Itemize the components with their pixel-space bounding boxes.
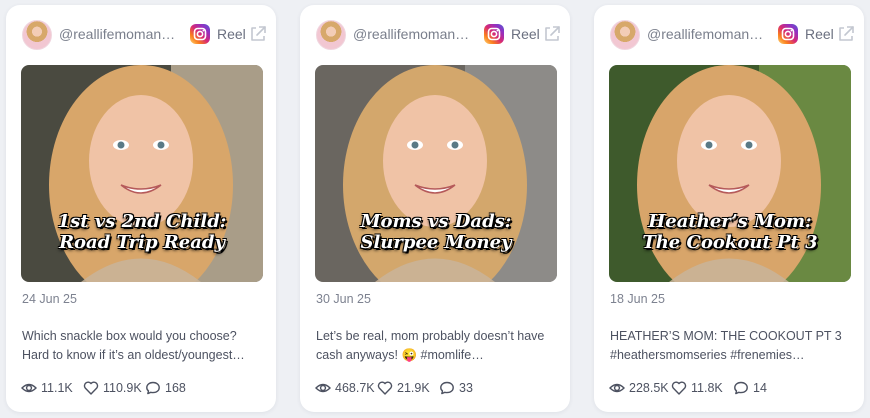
account-handle[interactable]: @reallifemomanddad <box>647 26 769 42</box>
post-caption: Which snackle box would you choose? Hard… <box>22 327 264 365</box>
overlay-title: 1st vs 2nd Child: Road Trip Ready <box>21 211 263 253</box>
instagram-icon <box>190 24 210 44</box>
caption-line-1: Which snackle box would you choose? <box>22 329 237 343</box>
external-link-icon[interactable] <box>248 24 268 44</box>
post-date: 18 Jun 25 <box>610 292 665 306</box>
post-caption: Let’s be real, mom probably doesn’t have… <box>316 327 558 365</box>
comment-icon <box>146 381 160 395</box>
external-link-icon[interactable] <box>542 24 562 44</box>
overlay-title: Moms vs Dads: Slurpee Money <box>315 211 557 253</box>
platform-label: Reel <box>805 26 834 42</box>
instagram-icon <box>484 24 504 44</box>
views-count: 468.7K <box>335 381 375 395</box>
heart-icon <box>83 381 99 395</box>
avatar[interactable] <box>316 20 346 50</box>
instagram-icon <box>778 24 798 44</box>
post-date: 30 Jun 25 <box>316 292 371 306</box>
caption-line-2: Hard to know if it’s an oldest/youngest… <box>22 348 245 362</box>
avatar[interactable] <box>610 20 640 50</box>
reel-card-grid: @reallifemomanddad Reel 1st vs 2nd Child… <box>0 0 870 418</box>
external-link-icon[interactable] <box>836 24 856 44</box>
reel-card[interactable]: @reallifemomanddad Reel <box>300 5 570 412</box>
engagement-stats: 11.1K 110.9K 168 <box>21 378 266 398</box>
reel-card[interactable]: @reallifemomanddad Reel <box>6 5 276 412</box>
caption-line-1: HEATHER’S MOM: THE COOKOUT PT 3 <box>610 329 842 343</box>
post-caption: HEATHER’S MOM: THE COOKOUT PT 3 #heather… <box>610 327 852 365</box>
avatar[interactable] <box>22 20 52 50</box>
likes-count: 21.9K <box>397 381 430 395</box>
caption-line-2: #heathersmomseries #frenemies… <box>610 348 805 362</box>
overlay-title-line1: Moms vs Dads: <box>360 211 512 232</box>
overlay-title-line2: Road Trip Ready <box>59 232 225 253</box>
comment-icon <box>734 381 748 395</box>
views-count: 11.1K <box>41 381 73 395</box>
card-header: @reallifemomanddad Reel <box>594 5 864 63</box>
comments-count: 168 <box>165 381 186 395</box>
post-date: 24 Jun 25 <box>22 292 77 306</box>
platform-label: Reel <box>511 26 540 42</box>
account-handle[interactable]: @reallifemomanddad <box>353 26 475 42</box>
eye-icon <box>315 383 331 393</box>
likes-count: 11.8K <box>691 381 723 395</box>
caption-line-1: Let’s be real, mom probably doesn’t have <box>316 329 545 343</box>
account-handle[interactable]: @reallifemomanddad <box>59 26 181 42</box>
overlay-title: Heather’s Mom: The Cookout Pt 3 <box>609 211 851 253</box>
eye-icon <box>609 383 625 393</box>
eye-icon <box>21 383 37 393</box>
reel-thumbnail[interactable]: Heather’s Mom: The Cookout Pt 3 <box>609 65 851 282</box>
engagement-stats: 468.7K 21.9K 33 <box>315 378 560 398</box>
overlay-title-line2: Slurpee Money <box>360 232 512 253</box>
overlay-title-line1: 1st vs 2nd Child: <box>57 211 227 232</box>
views-count: 228.5K <box>629 381 669 395</box>
reel-card[interactable]: @reallifemomanddad Reel <box>594 5 864 412</box>
overlay-title-line2: The Cookout Pt 3 <box>642 232 818 253</box>
card-header: @reallifemomanddad Reel <box>6 5 276 63</box>
comments-count: 33 <box>459 381 473 395</box>
reel-thumbnail[interactable]: Moms vs Dads: Slurpee Money <box>315 65 557 282</box>
card-header: @reallifemomanddad Reel <box>300 5 570 63</box>
engagement-stats: 228.5K 11.8K 14 <box>609 378 854 398</box>
heart-icon <box>671 381 687 395</box>
caption-line-2: cash anyways! 😜 #momlife… <box>316 348 484 362</box>
reel-thumbnail[interactable]: 1st vs 2nd Child: Road Trip Ready <box>21 65 263 282</box>
likes-count: 110.9K <box>103 381 142 395</box>
heart-icon <box>377 381 393 395</box>
platform-label: Reel <box>217 26 246 42</box>
overlay-title-line1: Heather’s Mom: <box>648 211 812 232</box>
comment-icon <box>440 381 454 395</box>
comments-count: 14 <box>753 381 767 395</box>
